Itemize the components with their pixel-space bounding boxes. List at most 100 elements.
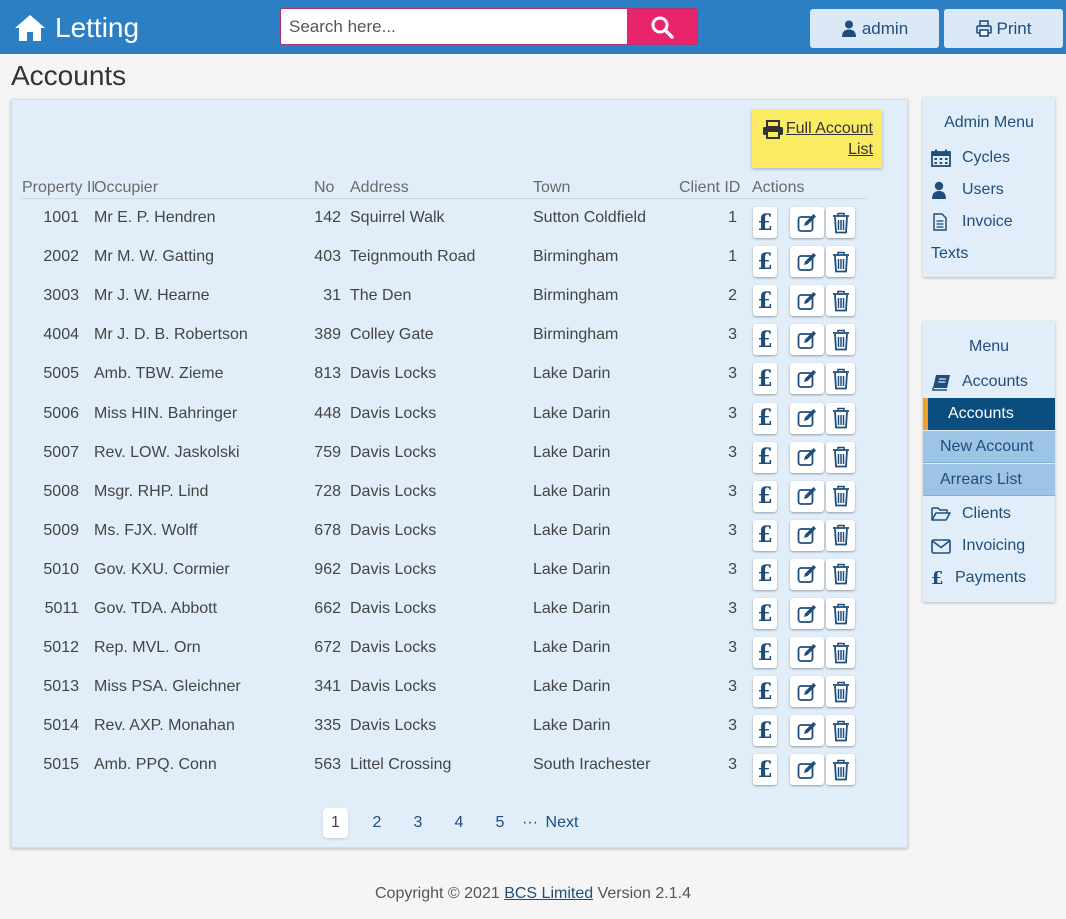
page-3-link[interactable]: 3	[407, 808, 429, 838]
delete-button[interactable]	[826, 676, 855, 708]
admin-menu-item-texts[interactable]: Texts	[931, 242, 968, 266]
edit-icon	[797, 369, 816, 388]
payment-button[interactable]: £	[753, 754, 777, 786]
delete-button[interactable]	[826, 754, 855, 786]
admin-menu-item-users[interactable]: Users	[931, 178, 1004, 202]
cell-occupier: Mr J. W. Hearne	[94, 287, 210, 305]
payment-button[interactable]: £	[753, 519, 777, 551]
edit-button[interactable]	[790, 402, 824, 434]
menu-item-invoicing[interactable]: Invoicing	[931, 534, 1025, 558]
menu-item-payments[interactable]: £ Payments	[931, 566, 1026, 590]
delete-button[interactable]	[826, 598, 855, 629]
payment-button[interactable]: £	[753, 324, 777, 356]
delete-button[interactable]	[826, 715, 855, 747]
header-address[interactable]: Address	[350, 179, 409, 197]
edit-button[interactable]	[790, 715, 824, 747]
cell-address: Davis Locks	[350, 482, 437, 500]
submenu-item-accounts-active[interactable]: Accounts	[923, 398, 1055, 430]
payment-button[interactable]: £	[753, 207, 777, 238]
edit-icon	[797, 565, 816, 584]
payment-button[interactable]: £	[753, 598, 777, 629]
cell-client-id: 3	[728, 639, 737, 657]
delete-button[interactable]	[826, 519, 855, 551]
edit-button[interactable]	[790, 480, 824, 512]
cell-no: 662	[314, 600, 341, 617]
admin-button[interactable]: admin	[810, 9, 939, 48]
cell-town: Lake Darin	[533, 521, 611, 539]
footer-version: Version 2.1.4	[597, 885, 691, 902]
edit-button[interactable]	[790, 676, 824, 708]
edit-button[interactable]	[790, 246, 824, 278]
edit-button[interactable]	[790, 207, 824, 238]
page-5-link[interactable]: 5	[489, 808, 511, 838]
cell-town: Birmingham	[533, 248, 619, 266]
cell-occupier: Rep. MVL. Orn	[94, 639, 201, 657]
payment-button[interactable]: £	[753, 246, 777, 278]
admin-menu-item-invoice[interactable]: Invoice	[931, 210, 1013, 234]
edit-button[interactable]	[790, 754, 824, 786]
edit-button[interactable]	[790, 558, 824, 590]
cell-property-id: 4004	[43, 326, 79, 344]
edit-icon	[797, 252, 816, 271]
edit-button[interactable]	[790, 637, 824, 669]
page-1-link[interactable]: 1	[323, 808, 348, 838]
header-property-id[interactable]: Property ID	[22, 179, 94, 197]
edit-button[interactable]	[790, 285, 824, 317]
delete-button[interactable]	[826, 285, 855, 317]
delete-button[interactable]	[826, 402, 855, 434]
cell-no: 335	[314, 717, 341, 735]
delete-button[interactable]	[826, 637, 855, 669]
page-2-link[interactable]: 2	[366, 808, 388, 838]
cell-town: Lake Darin	[533, 639, 611, 657]
admin-menu-label-cycles: Cycles	[962, 149, 1011, 166]
payment-button[interactable]: £	[753, 715, 777, 747]
header-occupier[interactable]: Occupier	[94, 179, 158, 197]
footer-company-link[interactable]: BCS Limited	[504, 885, 593, 902]
edit-button[interactable]	[790, 598, 824, 629]
payment-button[interactable]: £	[753, 558, 777, 590]
cell-occupier: Amb. PPQ. Conn	[94, 756, 217, 774]
print-button[interactable]: Print	[944, 9, 1063, 48]
admin-menu-item-cycles[interactable]: Cycles	[931, 146, 1010, 170]
payment-button[interactable]: £	[753, 637, 777, 669]
full-account-list-button[interactable]: Full Account List	[752, 110, 882, 168]
payment-button[interactable]: £	[753, 480, 777, 512]
search-button[interactable]	[627, 9, 697, 44]
submenu-item-new-account[interactable]: New Account	[923, 431, 1055, 463]
delete-button[interactable]	[826, 363, 855, 395]
payment-button[interactable]: £	[753, 402, 777, 434]
cell-client-id: 2	[728, 287, 737, 305]
delete-button[interactable]	[826, 480, 855, 512]
delete-button[interactable]	[826, 558, 855, 590]
edit-button[interactable]	[790, 519, 824, 551]
delete-button[interactable]	[826, 324, 855, 356]
delete-button[interactable]	[826, 207, 855, 238]
header-town[interactable]: Town	[533, 179, 570, 197]
cell-property-id: 5015	[43, 756, 79, 774]
edit-button[interactable]	[790, 441, 824, 473]
payment-button[interactable]: £	[753, 441, 777, 473]
next-page-link[interactable]: Next	[542, 808, 582, 838]
cell-address: The Den	[350, 287, 412, 305]
menu-item-accounts[interactable]: Accounts	[931, 370, 1028, 394]
header-no[interactable]: No	[314, 179, 334, 197]
menu-item-clients[interactable]: Clients	[931, 502, 1011, 526]
cell-occupier: Miss PSA. Gleichner	[94, 678, 241, 696]
payment-button[interactable]: £	[753, 363, 777, 395]
search-input[interactable]	[281, 9, 627, 44]
table-row: 5013 Miss PSA. Gleichner 341 Davis Locks Lak…	[12, 670, 909, 709]
table-row: 5015 Amb. PPQ. Conn 563 Littel Crossing Sout…	[12, 748, 909, 787]
pagination: 1 2 3 4 5 ··· Next	[12, 808, 909, 838]
cell-address: Davis Locks	[350, 600, 437, 617]
page-4-link[interactable]: 4	[448, 808, 470, 838]
payment-button[interactable]: £	[753, 676, 777, 708]
delete-button[interactable]	[826, 441, 855, 473]
payment-button[interactable]: £	[753, 285, 777, 317]
submenu-item-arrears-list[interactable]: Arrears List	[923, 464, 1055, 496]
cell-client-id: 3	[728, 678, 737, 696]
edit-button[interactable]	[790, 324, 824, 356]
brand-link[interactable]: Letting	[14, 10, 139, 46]
header-client-id[interactable]: Client ID	[679, 179, 740, 197]
edit-button[interactable]	[790, 363, 824, 395]
delete-button[interactable]	[826, 246, 855, 278]
